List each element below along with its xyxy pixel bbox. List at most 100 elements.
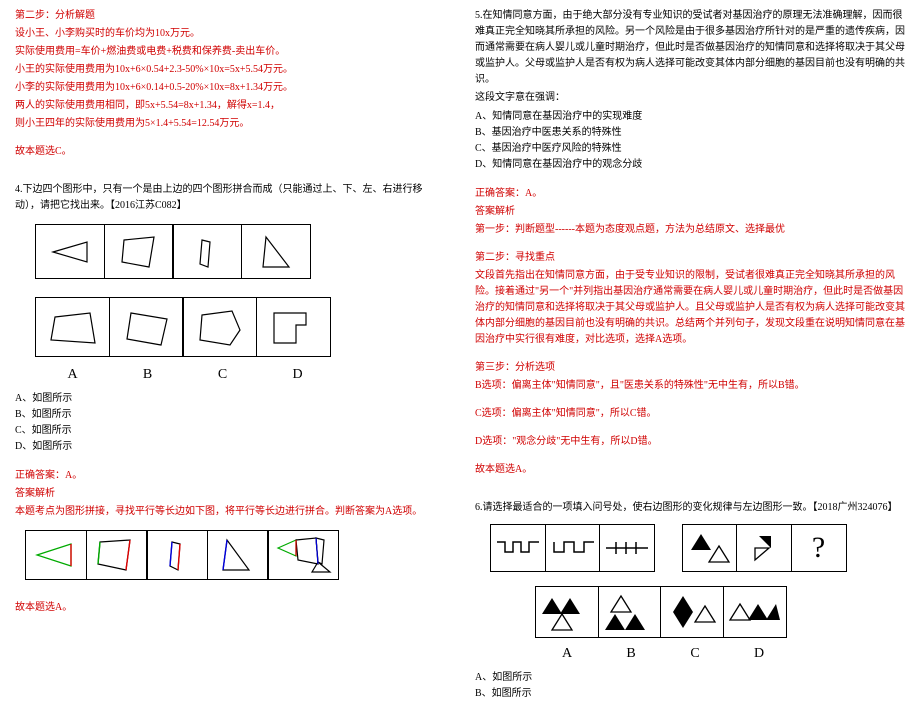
castellated-icon — [550, 538, 596, 558]
explanation-text: 本题考点为图形拼接，寻找平行等长边如下图，将平行等长边进行拼合。判断答案为A选项… — [15, 504, 445, 520]
triangle-icon — [45, 232, 95, 272]
question-mark-box: ? — [791, 524, 847, 572]
analysis-line: 则小王四年的实际使用费用为5×1.4+5.54=12.54万元。 — [15, 116, 445, 132]
option-c: C、如图所示 — [15, 423, 445, 439]
step-3-d: D选项："观念分歧"无中生有，所以D错。 — [475, 434, 905, 450]
q4-answer-row — [35, 297, 445, 357]
label-c: C — [663, 646, 727, 662]
triangles-icon — [687, 530, 733, 566]
quad-icon — [182, 232, 232, 272]
triangle-colored-icon — [31, 536, 81, 574]
explanation-title: 答案解析 — [15, 486, 445, 502]
q5-options: A、知情同意在基因治疗中的实现难度 B、基因治疗中医患关系的特殊性 C、基因治疗… — [475, 109, 905, 173]
pattern-box — [736, 524, 792, 572]
label-a: A — [535, 646, 599, 662]
q6-answer-row — [535, 586, 905, 638]
step-3-b: B选项：偏离主体"知情同意"，且"医患关系的特殊性"无中生有，所以B错。 — [475, 378, 905, 394]
explanation-title: 答案解析 — [475, 204, 905, 220]
option-b: B、基因治疗中医患关系的特殊性 — [475, 125, 905, 141]
quad-icon — [119, 305, 174, 350]
question-5-stem: 这段文字意在强调： — [475, 90, 905, 106]
option-d: D、知情同意在基因治疗中的观念分歧 — [475, 157, 905, 173]
answer-box — [109, 297, 184, 357]
option-d: D、如图所示 — [15, 439, 445, 455]
analysis-line: 设小王、小李购买时的车价均为10x万元。 — [15, 26, 445, 42]
left-column: 第二步：分析解题 设小王、小李购买时的车价均为10x万元。 实际使用费用=车价+… — [0, 0, 460, 651]
q6-label-row: A B C D — [535, 646, 905, 662]
analysis-line: 两人的实际使用费用相同，即5x+5.54=8x+1.34，解得x=1.4， — [15, 98, 445, 114]
answer-box — [35, 297, 110, 357]
quad-colored-icon — [152, 536, 202, 574]
label-b: B — [110, 367, 185, 383]
q6-source-row: ? — [490, 524, 905, 572]
concave-icon — [266, 305, 321, 350]
answer-line: 故本题选C。 — [15, 144, 445, 160]
shape-box — [25, 530, 87, 580]
combined-icon — [272, 534, 334, 576]
option-c: C、基因治疗中医疗风险的特殊性 — [475, 141, 905, 157]
step-2: 第二步：寻找重点 — [475, 250, 905, 266]
shape-box — [104, 224, 174, 279]
shape-box — [146, 530, 208, 580]
step-2-text: 文段首先指出在知情同意方面，由于受专业知识的限制，受试者很难真正完全知晓其所承担… — [475, 268, 905, 348]
answer-line: 故本题选A。 — [15, 600, 445, 616]
answer-box — [598, 586, 662, 638]
step-3: 第三步：分析选项 — [475, 360, 905, 376]
question-5: 5.在知情同意方面，由于绝大部分没有专业知识的受试者对基因治疗的原理无法准确理解… — [475, 8, 905, 88]
triangles-icon — [728, 592, 782, 632]
step2-title: 第二步：分析解题 — [15, 8, 445, 24]
triangles-icon — [540, 592, 594, 632]
shape-box — [207, 530, 269, 580]
question-6: 6.请选择最适合的一项填入问号处，使右边图形的变化规律与左边图形一致。【2018… — [475, 500, 905, 516]
castellated-icon — [604, 538, 650, 558]
option-a: A、如图所示 — [15, 391, 445, 407]
explanation-diagram — [25, 530, 445, 580]
option-a: A、如图所示 — [475, 670, 905, 686]
answer-box — [660, 586, 724, 638]
shape-box — [241, 224, 311, 279]
analysis-line: 小李的实际使用费用为10x+6×0.14+0.5-20%×10x=8x+1.34… — [15, 80, 445, 96]
shape-box — [35, 224, 105, 279]
pentagon-icon — [192, 305, 247, 350]
answer-box — [723, 586, 787, 638]
label-row: A B C D — [35, 367, 445, 383]
triangle-icon — [251, 232, 301, 272]
quad-colored-icon — [92, 536, 142, 574]
q4-source-row — [35, 224, 445, 279]
analysis-line: 小王的实际使用费用为10x+6×0.54+2.3-50%×10x=5x+5.54… — [15, 62, 445, 78]
answer-box — [535, 586, 599, 638]
correct-answer: 正确答案：A。 — [475, 186, 905, 202]
q6-options: A、如图所示 B、如图所示 — [475, 670, 905, 702]
correct-answer: 正确答案：A。 — [15, 468, 445, 484]
option-b: B、如图所示 — [15, 407, 445, 423]
label-c: C — [185, 367, 260, 383]
analysis-line: 实际使用费用=车价+燃油费或电费+税费和保养费-卖出车价。 — [15, 44, 445, 60]
castellated-icon — [495, 538, 541, 558]
quad-icon — [114, 232, 164, 272]
option-b: B、如图所示 — [475, 686, 905, 702]
question-mark-icon: ? — [812, 531, 825, 565]
right-column: 5.在知情同意方面，由于绝大部分没有专业知识的受试者对基因治疗的原理无法准确理解… — [460, 0, 920, 651]
answer-box — [182, 297, 257, 357]
step-3-c: C选项：偏离主体"知情同意"，所以C错。 — [475, 406, 905, 422]
pattern-box — [545, 524, 601, 572]
answer-box — [256, 297, 331, 357]
step-1: 第一步：判断题型------本题为态度观点题，方法为总结原文、选择最优 — [475, 222, 905, 238]
answer-line: 故本题选A。 — [475, 462, 905, 478]
option-a: A、知情同意在基因治疗中的实现难度 — [475, 109, 905, 125]
label-d: D — [727, 646, 791, 662]
q4-options: A、如图所示 B、如图所示 C、如图所示 D、如图所示 — [15, 391, 445, 455]
quad-icon — [45, 305, 100, 350]
label-b: B — [599, 646, 663, 662]
triangles-icon — [741, 530, 787, 566]
pattern-box — [682, 524, 738, 572]
shape-box — [172, 224, 242, 279]
pattern-box — [490, 524, 546, 572]
pattern-box — [599, 524, 655, 572]
triangles-icon — [603, 592, 657, 632]
question-4: 4.下边四个图形中，只有一个是由上边的四个图形拼合而成（只能通过上、下、左、右进… — [15, 182, 445, 214]
triangle-colored-icon — [213, 536, 263, 574]
label-a: A — [35, 367, 110, 383]
shape-box — [267, 530, 339, 580]
shape-box — [86, 530, 148, 580]
